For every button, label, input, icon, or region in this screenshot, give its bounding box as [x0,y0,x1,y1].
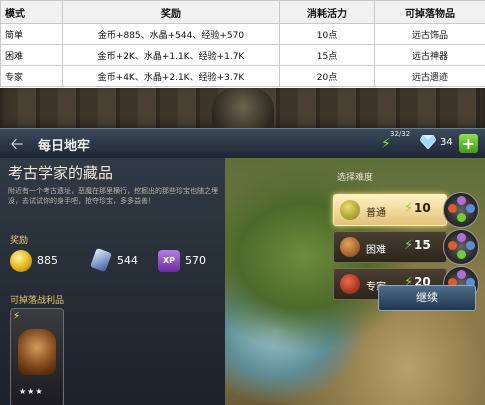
ancient-relic-icon [18,329,56,375]
header-bar: 🡠 每日地牢 ⚡ 32/32 34 + [0,128,485,160]
table-header: 奖励 [62,0,280,24]
dungeon-info-panel: 考古学家的藏品 附近有一个考古遗址，恶魔在那里横行，挖掘出的那些珍宝也随之埋没，… [0,158,225,405]
table-cell: 金币+4K、水晶+2.1K、经验+3.7K [62,65,280,87]
difficulty-name: 普通 [366,208,386,219]
table-header-row: 模式 奖励 消耗活力 可掉落物品 [0,0,485,24]
energy-bolt-icon: ⚡ [404,238,414,253]
reward-crystal: 544 [90,247,150,274]
difficulty-label: 选择难度 [337,173,374,183]
add-gems-button[interactable]: + [459,134,478,153]
loot-orb-icon [443,192,479,228]
reward-xp-value: 570 [185,254,206,267]
reward-label: 奖励 [10,236,29,246]
table-row: 专家 金币+4K、水晶+2.1K、经验+3.7K 20点 远古遗迹 [0,65,485,87]
difficulty-name: 困难 [366,245,386,256]
difficulty-cost: 10 [414,201,431,215]
reward-gold: 885 [10,248,70,274]
table-cell: 简单 [0,23,63,45]
energy-counter: 32/32 [390,130,411,138]
difficulty-normal[interactable]: 普通 ⚡ 10 [333,192,479,228]
loot-star-rating: ★★★ [19,387,44,396]
expert-skull-icon [340,274,360,294]
gem-icon [420,135,436,149]
difficulty-cost: 15 [414,238,431,252]
reward-xp: XP 570 [158,248,220,274]
gem-count: 34 [440,137,453,148]
dungeon-name: 考古学家的藏品 [8,164,114,182]
lightning-icon: ⚡ [13,311,21,322]
table-row: 简单 金币+885、水晶+544、经验+570 10点 远古饰品 [0,23,485,45]
normal-skull-icon [340,200,360,220]
reward-crystal-value: 544 [117,254,138,267]
table-cell: 远古神器 [374,44,485,66]
page-title: 每日地牢 [38,139,91,154]
difficulty-info-table: 模式 奖励 消耗活力 可掉落物品 简单 金币+885、水晶+544、经验+570… [0,0,485,87]
table-header: 消耗活力 [279,0,375,24]
table-cell: 远古饰品 [374,23,485,45]
table-cell: 困难 [0,44,63,66]
crystal-icon [90,247,112,273]
dungeon-description: 附近有一个考古遗址，恶魔在那里横行，挖掘出的那些珍宝也随之埋没，去试试你的身手吧… [8,187,218,205]
table-cell: 20点 [279,65,375,87]
table-row: 困难 金币+2K、水晶+1.1K、经验+1.7K 15点 远古神器 [0,44,485,66]
table-header: 模式 [0,0,63,24]
reward-list: 885 544 XP 570 [10,247,222,274]
loot-item-card[interactable]: ⚡ ★★★ [10,308,64,405]
table-header: 可掉落物品 [374,0,485,24]
difficulty-card[interactable]: 困难 ⚡ 15 [333,231,447,263]
energy-bolt-icon: ⚡ [381,136,391,152]
continue-button[interactable]: 继续 [378,285,476,311]
table-cell: 金币+2K、水晶+1.1K、经验+1.7K [62,44,280,66]
reward-gold-value: 885 [37,254,58,267]
table-cell: 10点 [279,23,375,45]
table-cell: 专家 [0,65,63,87]
loot-orb-icon [443,229,479,265]
loot-label: 可掉落战利品 [10,296,65,306]
table-cell: 远古遗迹 [374,65,485,87]
gold-coin-icon [10,250,32,272]
back-arrow-icon[interactable]: 🡠 [6,134,28,154]
table-cell: 15点 [279,44,375,66]
xp-icon: XP [158,250,180,272]
energy-bolt-icon: ⚡ [404,201,414,216]
table-cell: 金币+885、水晶+544、经验+570 [62,23,280,45]
difficulty-card[interactable]: 普通 ⚡ 10 [333,194,447,226]
difficulty-hard[interactable]: 困难 ⚡ 15 [333,229,479,265]
hard-skull-icon [340,237,360,257]
